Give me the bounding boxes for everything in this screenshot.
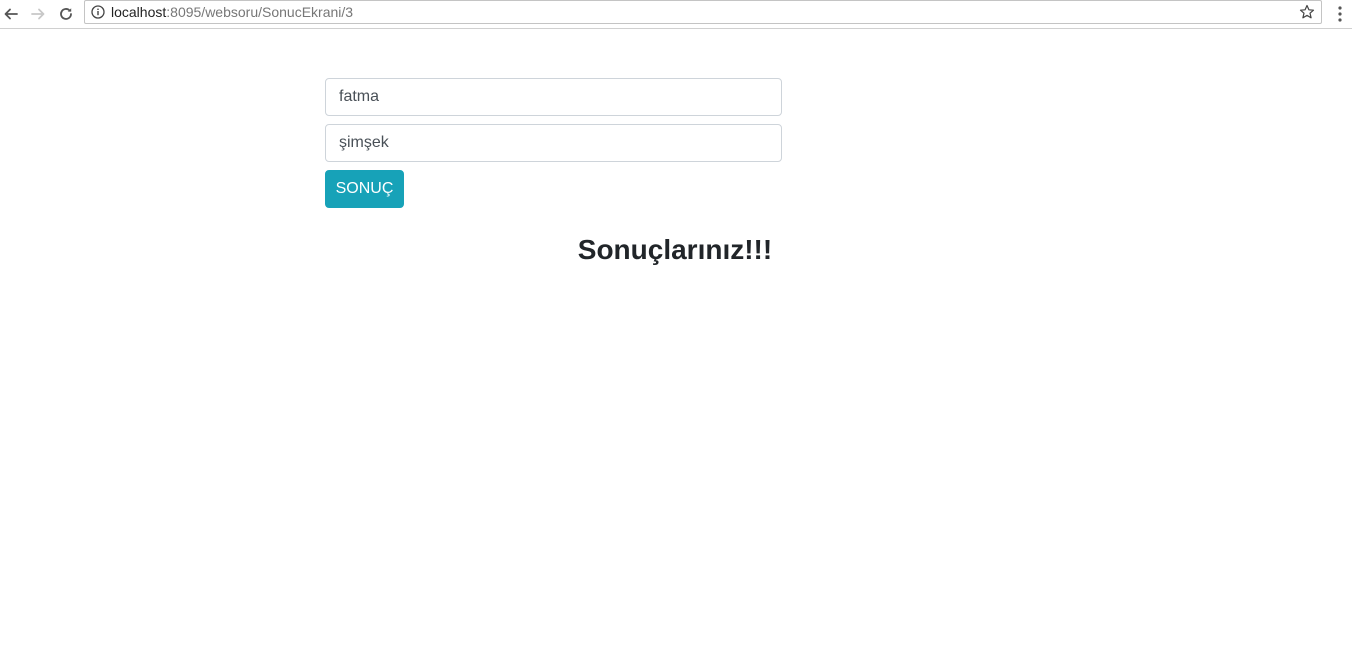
results-heading: Sonuçlarınız!!!	[577, 234, 773, 265]
arrow-left-icon	[4, 8, 18, 20]
name-input[interactable]	[325, 78, 782, 116]
reload-button[interactable]	[55, 3, 77, 25]
url-path: :8095/websoru/SonucEkrani/3	[166, 4, 354, 20]
result-button[interactable]: SONUÇ	[325, 170, 404, 208]
info-icon[interactable]	[91, 5, 105, 19]
star-icon[interactable]	[1299, 4, 1315, 20]
url-host: localhost	[111, 4, 167, 20]
back-button[interactable]	[0, 3, 22, 25]
surname-input[interactable]	[325, 124, 782, 162]
forward-button[interactable]	[27, 3, 49, 25]
arrow-right-icon	[31, 8, 45, 20]
reload-icon	[60, 8, 72, 20]
address-bar[interactable]: localhost:8095/websoru/SonucEkrani/3	[84, 0, 1322, 24]
kebab-menu-icon[interactable]	[1333, 4, 1347, 24]
url-text[interactable]: localhost:8095/websoru/SonucEkrani/3	[111, 4, 353, 20]
browser-toolbar: localhost:8095/websoru/SonucEkrani/3	[0, 0, 1352, 29]
